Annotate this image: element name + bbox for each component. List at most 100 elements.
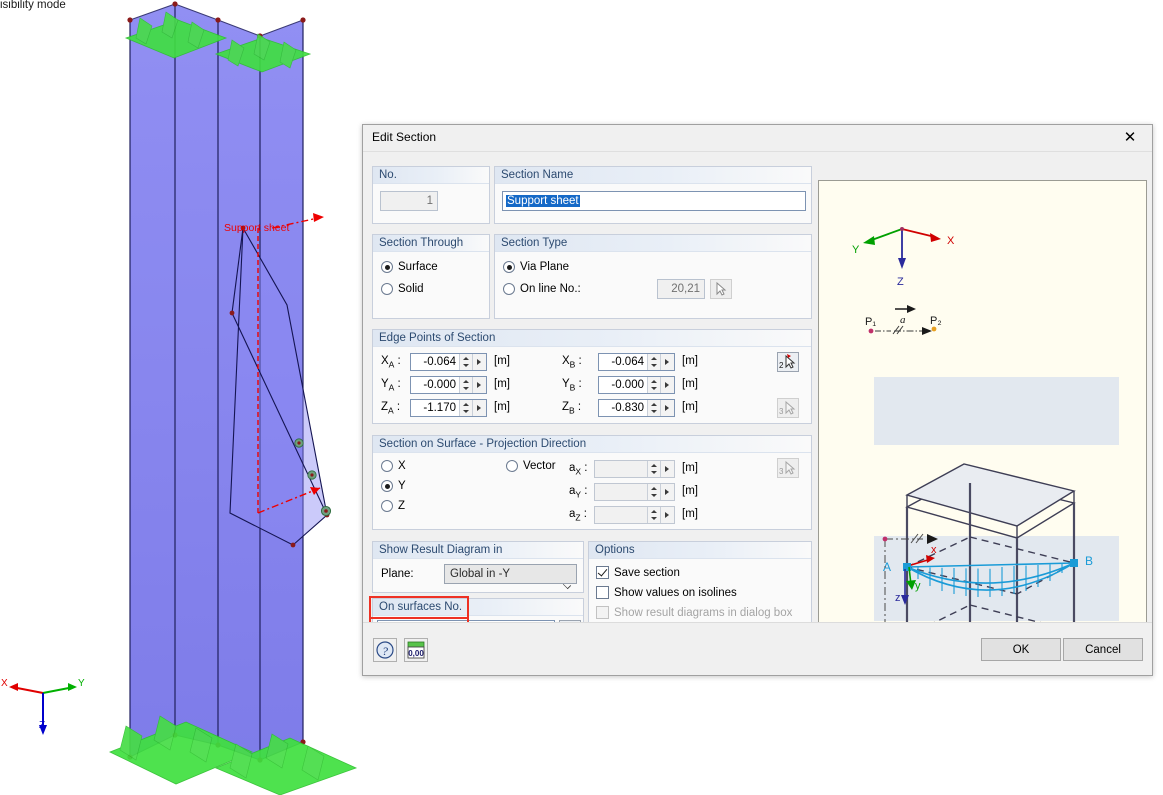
preview-local-y: y — [915, 580, 921, 592]
label-ay: aY : — [569, 485, 588, 500]
gizmo-z-label: Z — [39, 720, 46, 731]
spin-down[interactable] — [460, 408, 472, 416]
preview-p1: P₁ — [865, 316, 876, 328]
radio-projection-x[interactable]: X — [381, 460, 406, 472]
section-name-group: Section Name Support sheet — [494, 166, 812, 224]
expand-arrow[interactable] — [472, 400, 486, 416]
spin-down[interactable] — [648, 408, 660, 416]
radio-dot — [381, 460, 393, 472]
field-ya[interactable]: -0.000 — [410, 376, 487, 394]
expand-arrow[interactable] — [472, 354, 486, 370]
section-through-title: Section Through — [379, 237, 464, 249]
radio-dot — [381, 500, 393, 512]
spin-up[interactable] — [460, 354, 472, 362]
checkbox-show-values-on-isolines[interactable]: Show values on isolines — [596, 586, 737, 599]
on-surfaces-title: On surfaces No. — [379, 601, 463, 613]
show-result-diagram-group: Show Result Diagram in Plane: Global in … — [372, 541, 584, 593]
unit-yb: [m] — [682, 378, 698, 390]
spin-down[interactable] — [648, 362, 660, 370]
preview-p2: P₂ — [930, 315, 942, 327]
field-xa[interactable]: -0.064 — [410, 353, 487, 371]
checkbox-save-section[interactable]: Save section — [596, 566, 680, 579]
expand-arrow[interactable] — [660, 400, 674, 416]
radio-dot — [503, 261, 515, 273]
plane-combobox[interactable]: Global in -Y — [444, 564, 577, 584]
field-ax-value — [595, 461, 647, 477]
checkbox-box — [596, 606, 609, 619]
spinner — [647, 484, 660, 500]
field-yb[interactable]: -0.000 — [598, 376, 675, 394]
expand-arrow[interactable] — [660, 377, 674, 393]
unit-xb: [m] — [682, 355, 698, 367]
field-az — [594, 506, 675, 524]
radio-label: Surface — [398, 261, 438, 273]
spin-down — [648, 492, 660, 500]
spin-up[interactable] — [648, 377, 660, 385]
radio-section-type-on-line[interactable]: On line No.: — [503, 283, 581, 295]
field-zb[interactable]: -0.830 — [598, 399, 675, 417]
checkbox-label: Save section — [614, 566, 680, 579]
cancel-button[interactable]: Cancel — [1063, 638, 1143, 661]
unit-az: [m] — [682, 508, 698, 520]
number-group-title: No. — [379, 169, 397, 181]
checkbox-box — [596, 586, 609, 599]
spin-up[interactable] — [460, 400, 472, 408]
radio-label: Y — [398, 480, 406, 492]
radio-section-type-via-plane[interactable]: Via Plane — [503, 261, 569, 273]
edit-section-dialog: Edit Section ✕ No. 1 Section Name Suppor… — [362, 124, 1153, 676]
spin-down[interactable] — [648, 385, 660, 393]
field-xa-value: -0.064 — [423, 356, 456, 368]
section-number-field: 1 — [380, 191, 438, 211]
field-ax — [594, 460, 675, 478]
section-preview-panel: X Y Z P2 legend --> a — [818, 180, 1147, 644]
ok-button[interactable]: OK — [981, 638, 1061, 661]
section-name-value: Support sheet — [506, 195, 580, 207]
radio-section-through-surface[interactable]: Surface — [381, 261, 438, 273]
radio-label: Via Plane — [520, 261, 570, 273]
label-xb: XB : — [562, 355, 582, 370]
radio-section-through-solid[interactable]: Solid — [381, 283, 424, 295]
dialog-footer: ? 0,00 OK Cancel — [363, 622, 1152, 675]
svg-text:3: 3 — [779, 407, 784, 416]
spinner — [647, 400, 660, 416]
section-through-group: Section Through Surface Solid — [372, 234, 490, 319]
expand-arrow[interactable] — [660, 354, 674, 370]
pick-2-points-icon[interactable]: 2 — [777, 352, 799, 372]
spin-up[interactable] — [648, 400, 660, 408]
preview-axis-x: X — [947, 235, 955, 247]
label-ax: aX : — [569, 462, 588, 477]
preview-local-z: z — [895, 592, 901, 604]
gizmo-x-label: X — [1, 678, 8, 689]
preview-local-x: x — [931, 544, 937, 556]
radio-label: Z — [398, 500, 406, 512]
section-name-input[interactable]: Support sheet — [502, 191, 806, 211]
expand-arrow[interactable] — [472, 377, 486, 393]
spin-up[interactable] — [460, 377, 472, 385]
decimal-places-icon[interactable]: 0,00 — [404, 638, 428, 662]
preview-drawing: X Y Z P2 legend --> a — [852, 227, 1119, 643]
radio-projection-vector[interactable]: Vector — [506, 460, 556, 472]
dialog-titlebar[interactable]: Edit Section ✕ — [363, 125, 1152, 152]
field-xb[interactable]: -0.064 — [598, 353, 675, 371]
spin-up[interactable] — [648, 354, 660, 362]
close-icon[interactable]: ✕ — [1108, 125, 1152, 150]
radio-projection-z[interactable]: Z — [381, 500, 405, 512]
spin-down[interactable] — [460, 362, 472, 370]
pick-3-points-icon: 3 — [777, 398, 799, 418]
preview-axis-z: Z — [897, 276, 904, 288]
radio-dot — [381, 261, 393, 273]
radio-projection-y[interactable]: Y — [381, 480, 406, 492]
checkbox-box — [596, 566, 609, 579]
svg-text:0,00: 0,00 — [408, 649, 424, 658]
help-icon[interactable]: ? — [373, 638, 397, 662]
radio-label: Vector — [523, 460, 556, 472]
unit-ay: [m] — [682, 485, 698, 497]
plane-label: Plane: — [381, 568, 414, 580]
label-zb: ZB : — [562, 401, 582, 416]
field-ay — [594, 483, 675, 501]
line-number-value: 20,21 — [671, 283, 700, 295]
field-az-value — [595, 507, 647, 523]
spin-down[interactable] — [460, 385, 472, 393]
field-yb-value: -0.000 — [611, 379, 644, 391]
field-za[interactable]: -1.170 — [410, 399, 487, 417]
